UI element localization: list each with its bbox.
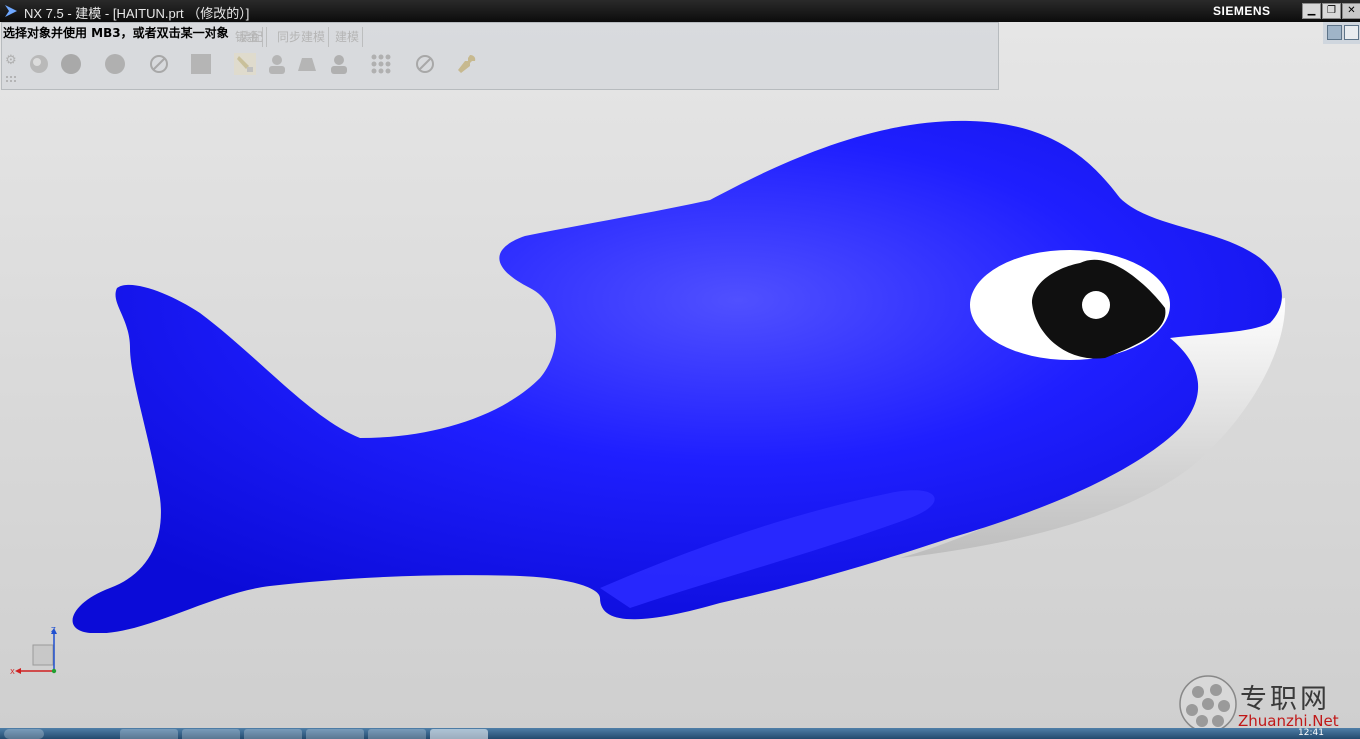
toolbar-grip-icon[interactable] bbox=[5, 75, 19, 83]
taskbar-app-1[interactable] bbox=[120, 729, 178, 739]
tab-synchronous-modeling[interactable]: 同步建模 bbox=[274, 27, 330, 47]
z-axis-label: Z bbox=[51, 626, 56, 634]
taskbar-app-2[interactable] bbox=[182, 729, 240, 739]
edge-blend-icon[interactable] bbox=[28, 53, 50, 75]
user-icon[interactable] bbox=[266, 53, 288, 75]
toolbar-icon-row bbox=[24, 51, 984, 79]
taskbar-app-4[interactable] bbox=[306, 729, 364, 739]
no-entry-icon[interactable] bbox=[414, 53, 436, 75]
tab-modeling[interactable]: 建模 bbox=[332, 27, 364, 47]
no-entry-icon[interactable] bbox=[148, 53, 170, 75]
grid-pattern-icon[interactable] bbox=[370, 53, 392, 75]
window-title: NX 7.5 - 建模 - [HAITUN.prt （修改的）] bbox=[24, 6, 250, 21]
brush-icon[interactable] bbox=[234, 53, 256, 75]
restore-button[interactable]: ❐ bbox=[1322, 3, 1341, 19]
sphere-icon[interactable] bbox=[60, 53, 82, 75]
nx-app-icon[interactable] bbox=[4, 4, 18, 18]
person-icon[interactable] bbox=[328, 53, 350, 75]
x-axis-label: X bbox=[10, 668, 15, 675]
watermark-logo-icon bbox=[1179, 675, 1237, 733]
dolphin-body bbox=[72, 120, 1282, 633]
tab-assembly[interactable]: 装配 bbox=[236, 27, 268, 47]
taskbar-app-3[interactable] bbox=[244, 729, 302, 739]
watermark: 专职网 Zhuanzhi.Net bbox=[1178, 673, 1358, 733]
view-toggle-icon[interactable] bbox=[1327, 25, 1342, 40]
resource-bar-strip bbox=[1323, 22, 1360, 44]
view-triad: Z X bbox=[10, 626, 57, 675]
taskbar-app-nx[interactable] bbox=[430, 729, 488, 739]
gear-icon[interactable]: ⚙ bbox=[5, 53, 19, 68]
solid-ball-icon[interactable] bbox=[104, 53, 126, 75]
wrench-icon[interactable] bbox=[456, 53, 478, 75]
window-toggle-icon[interactable] bbox=[1344, 25, 1359, 40]
taskbar-clock: 12:41 bbox=[1298, 728, 1324, 738]
taskbar-app-5[interactable] bbox=[368, 729, 426, 739]
close-button[interactable]: ✕ bbox=[1342, 3, 1360, 19]
minimize-button[interactable]: ▁ bbox=[1302, 3, 1321, 19]
square-face-icon[interactable] bbox=[190, 53, 212, 75]
siemens-logo: SIEMENS bbox=[1213, 4, 1271, 18]
eye-highlight bbox=[1082, 291, 1110, 319]
title-bar: NX 7.5 - 建模 - [HAITUN.prt （修改的）] SIEMENS… bbox=[0, 0, 1360, 22]
dolphin-model[interactable] bbox=[70, 118, 1292, 633]
os-taskbar: 12:41 bbox=[0, 728, 1360, 739]
watermark-title: 专职网 bbox=[1240, 684, 1330, 715]
start-button[interactable] bbox=[4, 729, 44, 739]
surface-icon[interactable] bbox=[296, 53, 318, 75]
status-prompt: 选择对象并使用 MB3，或者双击某一对象 bbox=[3, 26, 229, 40]
